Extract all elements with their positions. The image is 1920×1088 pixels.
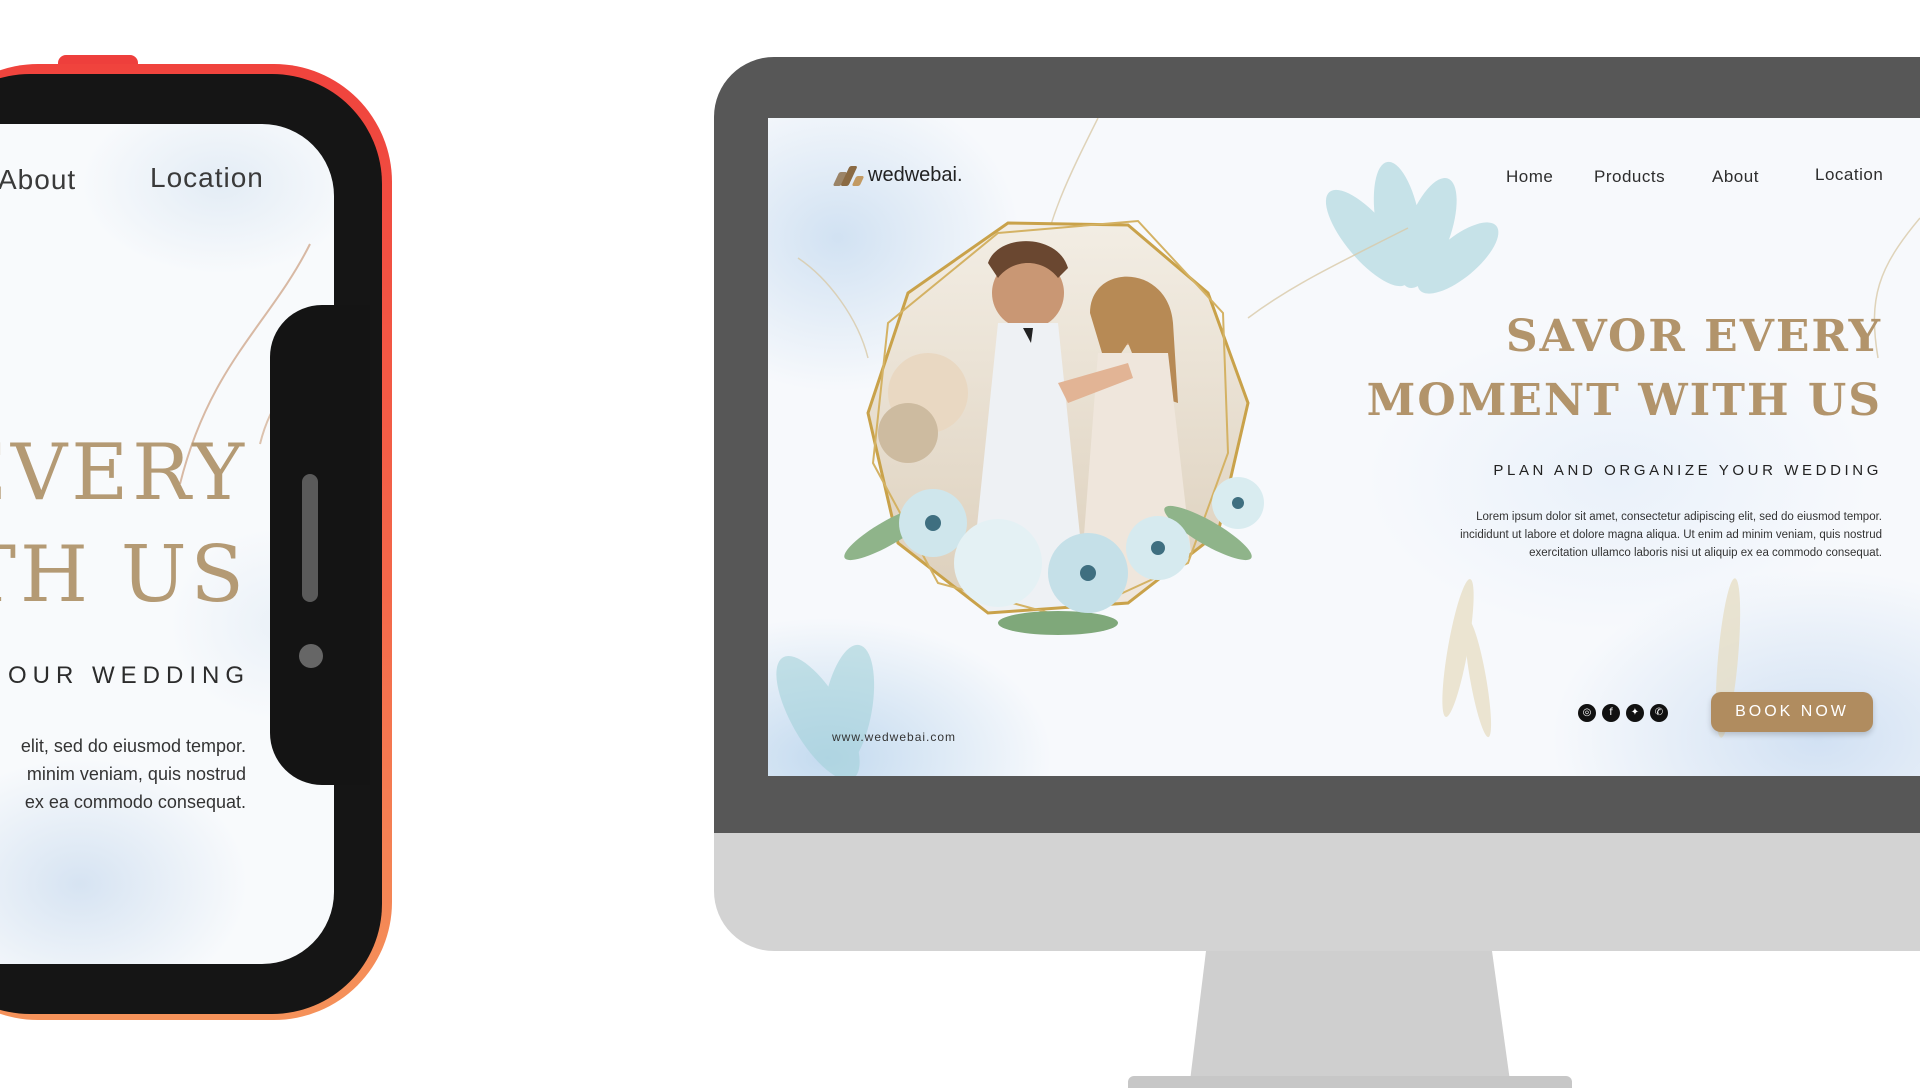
nav-location[interactable]: Location: [1815, 165, 1883, 185]
hero-paragraph-line-3: exercitation ullamco laboris nisi ut ali…: [1529, 547, 1882, 559]
monitor-chin: [714, 833, 1920, 951]
phone-subtitle: OUR WEDDING: [8, 662, 250, 689]
facebook-icon[interactable]: f: [1602, 704, 1620, 722]
phone-nav-about[interactable]: About: [0, 164, 76, 196]
desktop-screen: wedwebai. Home Products About Location S…: [768, 118, 1920, 776]
logo-mark-icon: [832, 162, 865, 188]
phone-speaker: [302, 474, 318, 602]
monitor-base: [1128, 1076, 1572, 1088]
social-links: ◎ f ✦ ✆: [1578, 704, 1668, 722]
couple-photo: [844, 219, 1264, 635]
book-now-button[interactable]: BOOK NOW: [1711, 692, 1873, 732]
site-logo[interactable]: wedwebai.: [832, 162, 963, 188]
phone-paragraph-line-3: ex ea commodo consequat.: [24, 792, 246, 812]
nav-home[interactable]: Home: [1506, 167, 1553, 187]
phone-nav-location[interactable]: Location: [150, 162, 264, 194]
hero-paragraph-line-2: incididunt ut labore et dolore magna ali…: [1460, 529, 1882, 541]
phone-notch: [270, 305, 370, 785]
nav-products[interactable]: Products: [1594, 167, 1665, 187]
hero-headline-line-1: SAVOR EVERY: [1505, 311, 1882, 362]
instagram-icon[interactable]: ◎: [1578, 704, 1596, 722]
phone-camera: [299, 644, 323, 668]
phone-headline-line-2: TH US: [0, 530, 248, 620]
hero-subtitle: PLAN AND ORGANIZE YOUR WEDDING: [1493, 462, 1882, 479]
phone-paragraph-line-1: elit, sed do eiusmod tempor.: [20, 736, 246, 756]
whatsapp-icon[interactable]: ✆: [1650, 704, 1668, 722]
nav-about[interactable]: About: [1712, 167, 1759, 187]
hero-headline-line-2: MOMENT WITH US: [1366, 375, 1882, 426]
twitter-icon[interactable]: ✦: [1626, 704, 1644, 722]
logo-text: wedwebai.: [868, 163, 963, 186]
hero-paragraph-line-1: Lorem ipsum dolor sit amet, consectetur …: [1476, 511, 1882, 523]
phone-headline-line-1: EVERY: [0, 428, 248, 518]
site-url[interactable]: www.wedwebai.com: [832, 730, 956, 744]
monitor-stand: [1190, 951, 1510, 1081]
phone-paragraph-line-2: minim veniam, quis nostrud: [26, 764, 246, 784]
